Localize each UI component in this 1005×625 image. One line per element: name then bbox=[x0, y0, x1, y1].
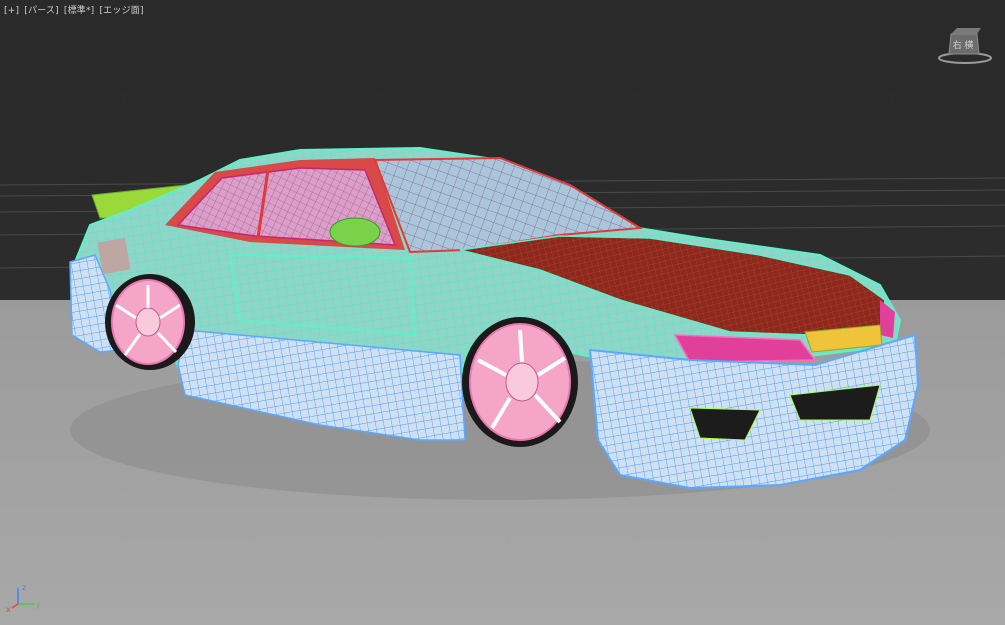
axis-z-label: z bbox=[22, 583, 26, 592]
axis-tripod: z y x bbox=[6, 583, 41, 612]
viewcube-face-label: 右 横 bbox=[953, 39, 974, 51]
rear-wheel bbox=[105, 274, 195, 370]
scene-canvas bbox=[0, 146, 1005, 500]
rear-decal bbox=[97, 237, 131, 275]
axis-x-label: x bbox=[6, 605, 11, 612]
axis-y-label: y bbox=[36, 600, 41, 609]
headlight-left bbox=[673, 334, 817, 363]
viewcube[interactable]: 右 横 bbox=[935, 22, 995, 66]
side-mirror bbox=[329, 217, 381, 247]
front-wheel bbox=[462, 317, 578, 447]
3d-viewport[interactable]: [+] [パース] [標準*] [エッジ面] 右 横 z y x bbox=[0, 0, 1005, 625]
